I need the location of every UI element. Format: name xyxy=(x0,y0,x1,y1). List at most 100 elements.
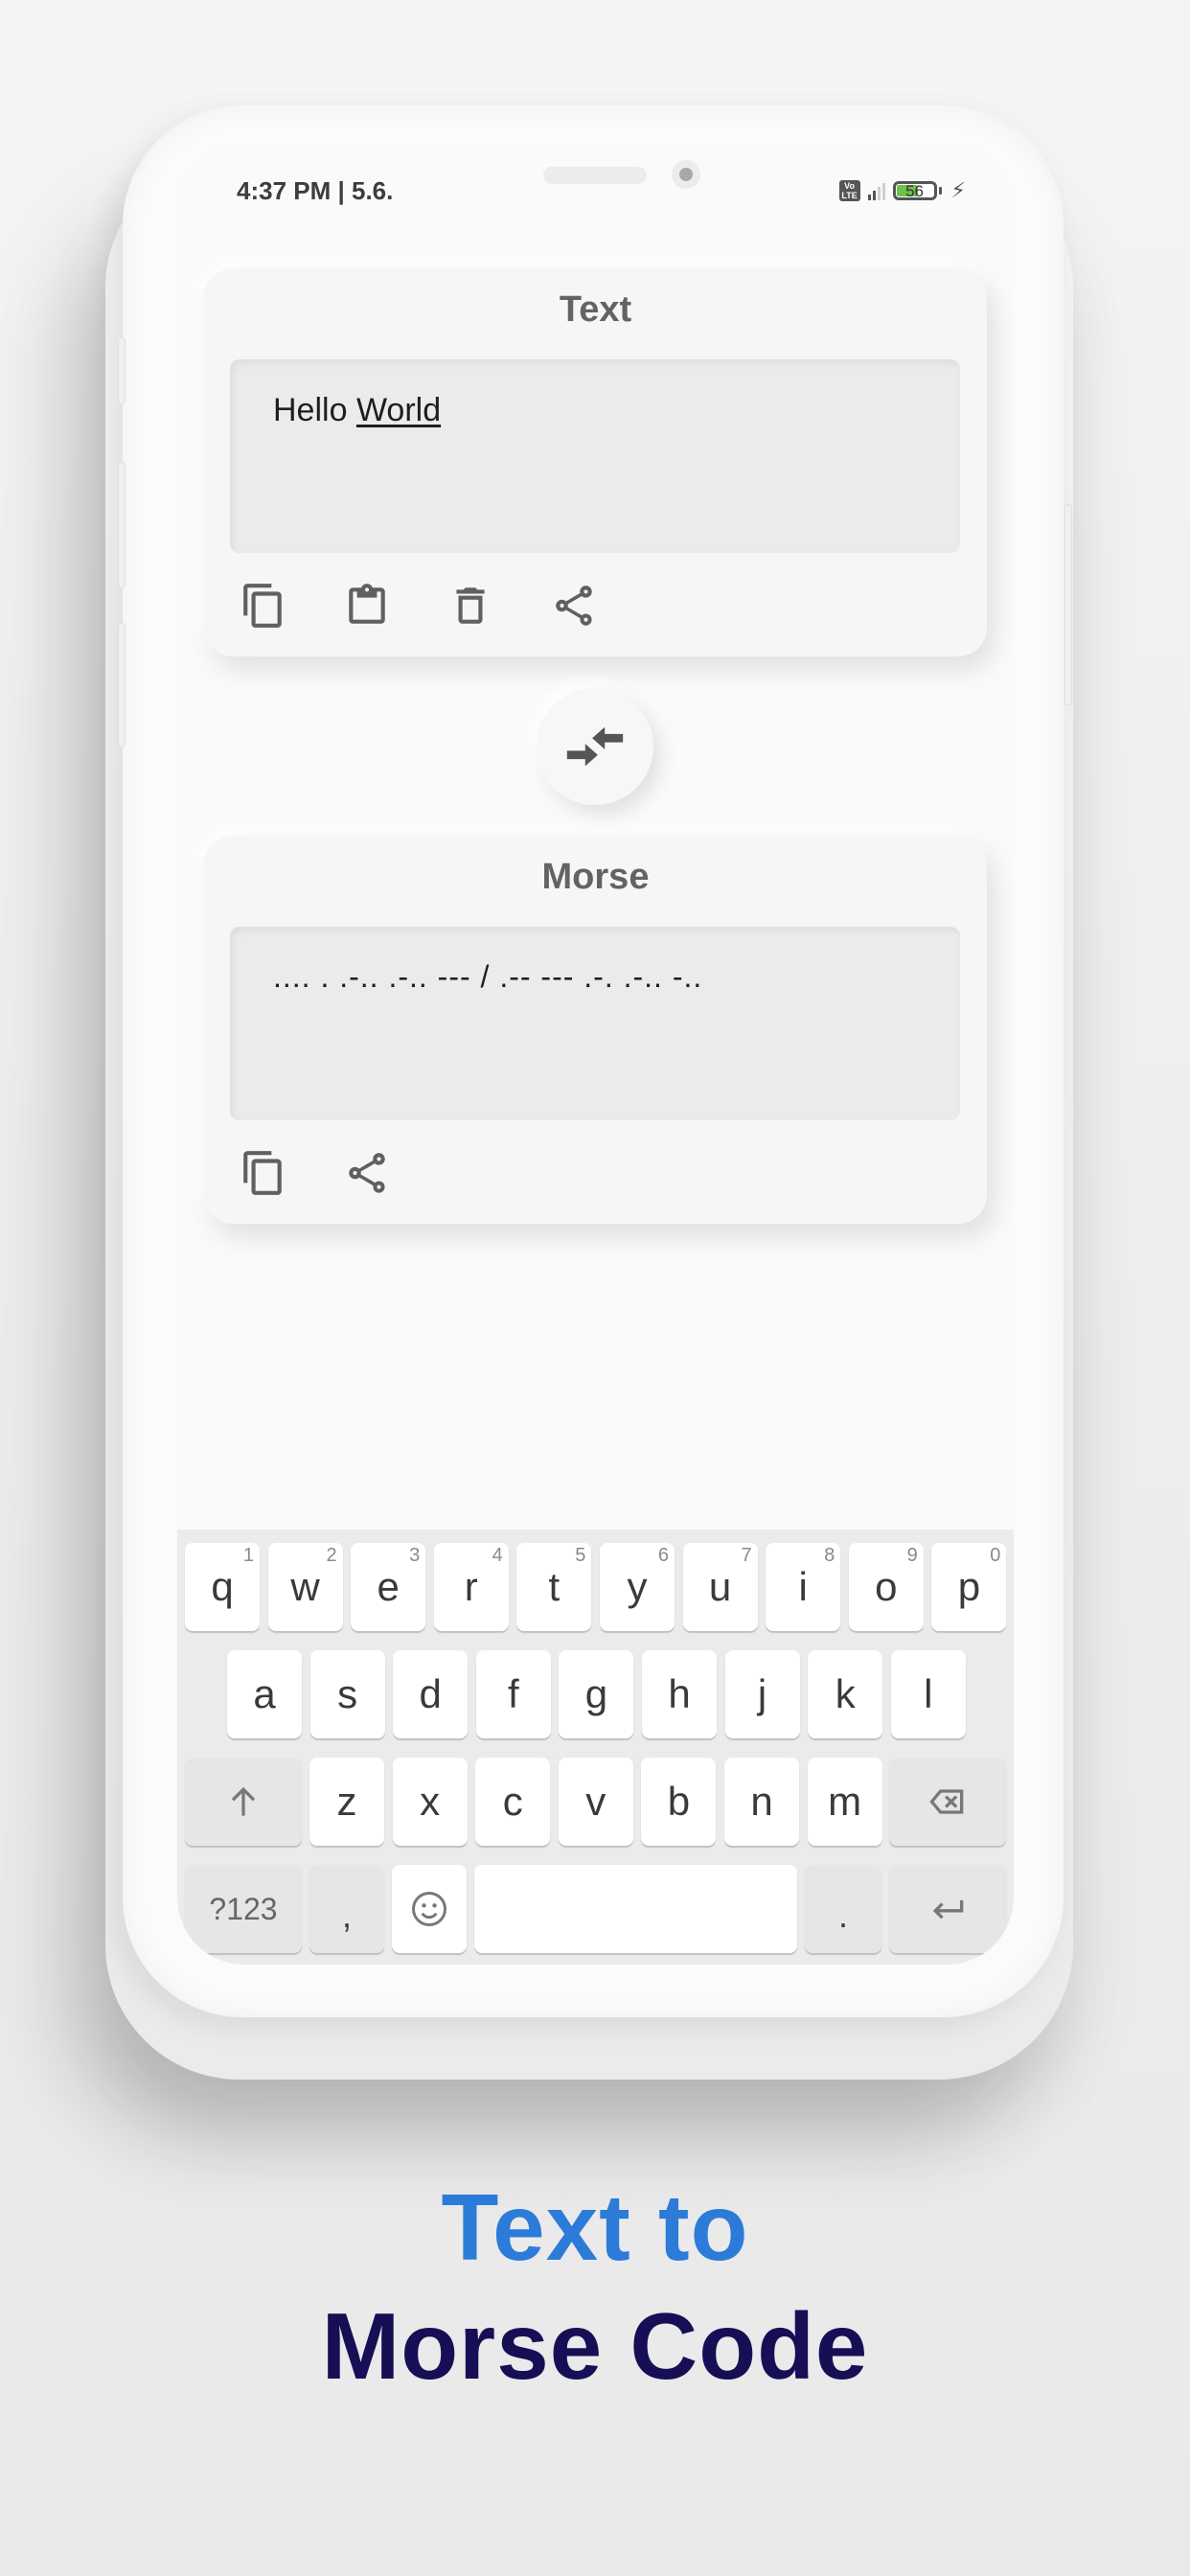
text-card-actions xyxy=(231,573,606,638)
key-c[interactable]: c xyxy=(475,1758,551,1846)
key-z[interactable]: z xyxy=(309,1758,384,1846)
key-hint-number: 7 xyxy=(741,1545,752,1566)
space-key[interactable] xyxy=(474,1865,797,1953)
backspace-icon xyxy=(929,1789,964,1814)
share-morse-button[interactable] xyxy=(334,1140,400,1206)
morse-card-title: Morse xyxy=(541,857,650,897)
swap-button[interactable] xyxy=(537,688,653,805)
battery-icon: 56 xyxy=(892,181,937,200)
text-card: Text Hello World xyxy=(204,268,987,656)
enter-arrow-icon xyxy=(932,1899,964,1920)
key-hint-number: 4 xyxy=(492,1545,503,1566)
key-p[interactable]: p0 xyxy=(931,1543,1007,1631)
key-i[interactable]: i8 xyxy=(766,1543,841,1631)
volte-icon: Vo LTE xyxy=(838,180,860,201)
copy-icon xyxy=(243,584,282,628)
side-button-left-3 xyxy=(118,623,126,748)
text-card-title: Text xyxy=(559,289,632,330)
key-m[interactable]: m xyxy=(807,1758,882,1846)
morse-output-value: .... . .-.. .-.. --- / .-- --- .-. .-.. … xyxy=(273,959,703,994)
comma-key[interactable]: , xyxy=(309,1865,384,1953)
charging-bolt-icon: ⚡︎ xyxy=(950,178,966,202)
key-u[interactable]: u7 xyxy=(682,1543,758,1631)
caption-line-2: Morse Code xyxy=(321,2293,869,2399)
key-o[interactable]: o9 xyxy=(848,1543,924,1631)
key-label: y xyxy=(627,1564,648,1609)
key-label: u xyxy=(708,1564,732,1609)
keyboard-row-2: asdfghjkl xyxy=(177,1650,1014,1738)
key-label: i xyxy=(798,1564,808,1609)
key-t[interactable]: t5 xyxy=(516,1543,592,1631)
morse-card-actions xyxy=(231,1140,400,1206)
key-a[interactable]: a xyxy=(227,1650,302,1738)
symbols-key[interactable]: ?123 xyxy=(185,1865,302,1953)
emoji-icon xyxy=(412,1892,446,1926)
backspace-key[interactable] xyxy=(889,1758,1006,1846)
key-hint-number: 9 xyxy=(906,1545,918,1566)
key-b[interactable]: b xyxy=(641,1758,717,1846)
key-k[interactable]: k xyxy=(808,1650,883,1738)
share-icon xyxy=(556,586,592,626)
key-label: r xyxy=(464,1564,478,1609)
key-y[interactable]: y6 xyxy=(600,1543,675,1631)
share-icon xyxy=(349,1153,385,1193)
trash-icon xyxy=(456,587,485,624)
share-text-button[interactable] xyxy=(541,573,606,638)
key-n[interactable]: n xyxy=(724,1758,799,1846)
key-f[interactable]: f xyxy=(475,1650,551,1738)
key-r[interactable]: r4 xyxy=(433,1543,509,1631)
key-hint-number: 5 xyxy=(575,1545,586,1566)
copy-text-button[interactable] xyxy=(231,573,296,638)
text-input[interactable]: Hello World xyxy=(230,359,960,553)
keyboard-row-1: q1w2e3r4t5y6u7i8o9p0 xyxy=(177,1543,1014,1631)
text-input-plain: Hello xyxy=(273,392,356,428)
key-s[interactable]: s xyxy=(309,1650,385,1738)
key-hint-number: 1 xyxy=(242,1545,254,1566)
copy-morse-button[interactable] xyxy=(231,1140,296,1206)
status-icons: Vo LTE 56 ⚡︎ xyxy=(838,178,966,203)
key-label: p xyxy=(957,1564,981,1609)
side-button-right xyxy=(1064,504,1072,705)
status-time: 4:37 PM | 5.6. xyxy=(237,176,394,205)
side-button-left-2 xyxy=(118,462,126,588)
key-x[interactable]: x xyxy=(392,1758,468,1846)
key-label: e xyxy=(377,1564,400,1609)
swap-arrows-icon xyxy=(566,726,624,767)
shift-arrow-icon xyxy=(231,1786,256,1816)
keyboard-row-4: ?123 , . xyxy=(177,1865,1014,1953)
emoji-key[interactable] xyxy=(392,1865,467,1953)
key-e[interactable]: e3 xyxy=(351,1543,426,1631)
key-hint-number: 2 xyxy=(326,1545,337,1566)
key-j[interactable]: j xyxy=(724,1650,800,1738)
caption-line-1: Text to xyxy=(441,2174,749,2280)
keyboard-row-3: zxcvbnm xyxy=(177,1758,1014,1846)
key-hint-number: 8 xyxy=(824,1545,835,1566)
key-v[interactable]: v xyxy=(558,1758,633,1846)
key-g[interactable]: g xyxy=(559,1650,634,1738)
copy-icon xyxy=(243,1151,282,1195)
key-label: q xyxy=(211,1564,234,1609)
key-h[interactable]: h xyxy=(642,1650,717,1738)
front-camera xyxy=(672,160,700,189)
battery-tip xyxy=(938,187,942,195)
morse-card: Morse .... . .-.. .-.. --- / .-- --- .-.… xyxy=(204,836,987,1224)
clear-button[interactable] xyxy=(438,573,503,638)
text-input-value: Hello World xyxy=(273,392,441,429)
soft-keyboard: q1w2e3r4t5y6u7i8o9p0 asdfghjkl zxcvbnm ?… xyxy=(177,1530,1014,1965)
key-q[interactable]: q1 xyxy=(185,1543,260,1631)
key-l[interactable]: l xyxy=(890,1650,966,1738)
key-label: w xyxy=(290,1564,320,1609)
paste-button[interactable] xyxy=(334,573,400,638)
earpiece xyxy=(543,167,647,184)
morse-output[interactable]: .... . .-.. .-.. --- / .-- --- .-. .-.. … xyxy=(230,927,960,1120)
clipboard-icon xyxy=(349,584,385,624)
signal-icon xyxy=(867,181,885,200)
key-w[interactable]: w2 xyxy=(267,1543,343,1631)
key-hint-number: 6 xyxy=(657,1545,669,1566)
key-d[interactable]: d xyxy=(393,1650,469,1738)
period-key[interactable]: . xyxy=(805,1865,881,1953)
key-label: o xyxy=(875,1564,898,1609)
shift-key[interactable] xyxy=(185,1758,302,1846)
enter-key[interactable] xyxy=(889,1865,1006,1953)
side-button-left-1 xyxy=(118,337,126,404)
